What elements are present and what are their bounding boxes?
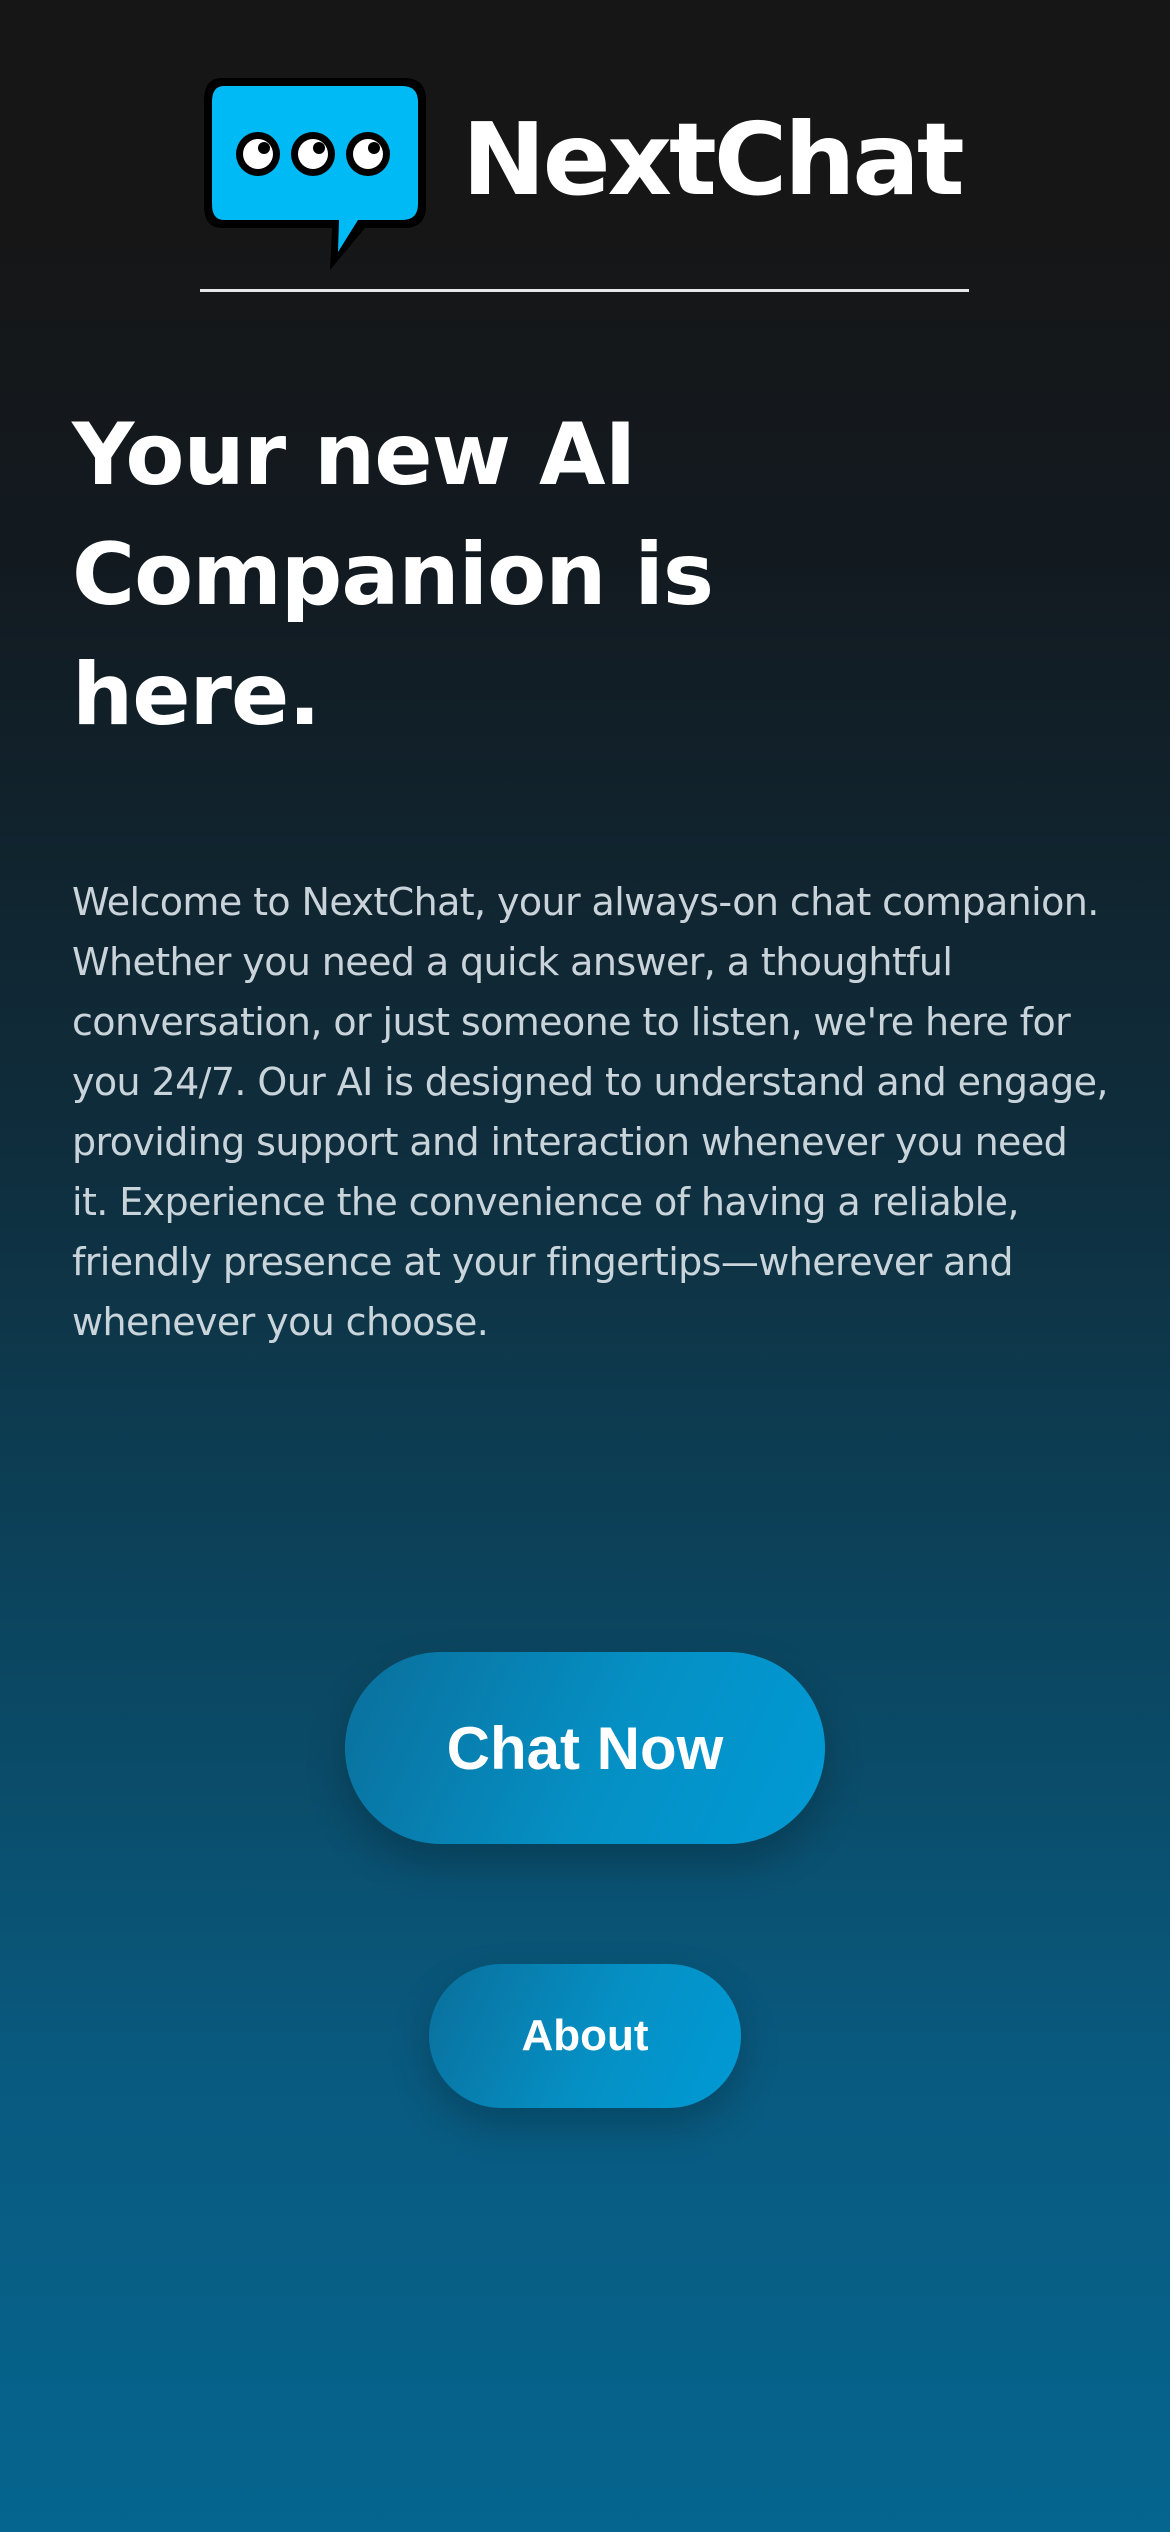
header-divider bbox=[200, 289, 969, 292]
headline-line-1: Your new AI bbox=[72, 405, 637, 505]
hero-description: Welcome to NextChat, your always-on chat… bbox=[72, 880, 1108, 1344]
about-button[interactable]: About bbox=[429, 1964, 741, 2108]
chat-bubble-icon bbox=[200, 74, 430, 274]
app-header: NextChat bbox=[200, 70, 970, 284]
headline-line-2: Companion is bbox=[72, 525, 714, 625]
hero-headline: Your new AI Companion is here. bbox=[72, 395, 772, 755]
headline-line-3: here. bbox=[72, 645, 321, 745]
chat-now-button[interactable]: Chat Now bbox=[345, 1652, 825, 1844]
brand-name: NextChat bbox=[462, 101, 965, 218]
